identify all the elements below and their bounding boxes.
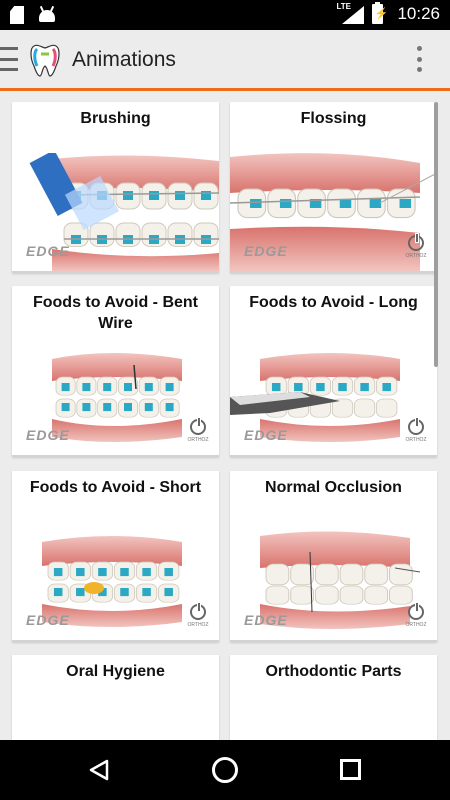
status-clock: 10:26 bbox=[397, 4, 440, 23]
orthoz-logo: ORTHOZ bbox=[187, 602, 209, 632]
animation-title: Foods to Avoid - Short bbox=[29, 479, 202, 496]
animation-card-oral-hygiene[interactable]: Oral Hygiene bbox=[12, 655, 219, 740]
orthoz-logo: ORTHOZ bbox=[405, 602, 427, 632]
animation-title: Normal Occlusion bbox=[265, 479, 402, 496]
back-icon[interactable] bbox=[88, 759, 110, 781]
animation-title: Foods to Avoid - Bent Wire bbox=[32, 294, 198, 332]
orthoz-logo: ORTHOZ bbox=[405, 233, 427, 263]
animation-card-foods-long[interactable]: Foods to Avoid - Long EDGE ORTHOZ bbox=[230, 286, 437, 457]
android-icon bbox=[38, 5, 56, 22]
animation-card-orthodontic-parts[interactable]: Orthodontic Parts bbox=[230, 655, 437, 740]
animation-card-brushing[interactable]: Brushing EDGE bbox=[12, 102, 219, 273]
edge-watermark: EDGE bbox=[244, 612, 288, 628]
orthoz-logo: ORTHOZ bbox=[187, 417, 209, 447]
edge-watermark: EDGE bbox=[26, 243, 70, 259]
oral-hygiene-thumbnail bbox=[12, 706, 219, 740]
status-bar: LTE ⚡ 10:26 bbox=[0, 0, 450, 30]
home-icon[interactable] bbox=[212, 757, 238, 783]
scrollbar[interactable] bbox=[434, 102, 438, 367]
animation-title: Flossing bbox=[300, 110, 367, 127]
power-icon bbox=[190, 417, 206, 435]
page-title: Animations bbox=[72, 48, 176, 71]
hamburger-menu-icon[interactable] bbox=[0, 47, 20, 71]
overflow-menu-icon[interactable] bbox=[416, 46, 422, 72]
power-icon bbox=[408, 417, 424, 435]
edge-watermark: EDGE bbox=[26, 427, 70, 443]
animation-card-foods-short[interactable]: Foods to Avoid - Short EDGE ORTHOZ bbox=[12, 471, 219, 642]
animation-card-normal-occlusion[interactable]: Normal Occlusion EDGE ORTHOZ bbox=[230, 471, 437, 642]
animation-card-foods-bent-wire[interactable]: Foods to Avoid - Bent Wire EDGE ORTHOZ bbox=[12, 286, 219, 457]
recent-apps-icon[interactable] bbox=[340, 759, 361, 780]
animation-card-flossing[interactable]: Flossing EDGE ORTHOZ bbox=[230, 102, 437, 273]
app-bar: Animations bbox=[0, 30, 450, 91]
power-icon bbox=[408, 602, 424, 620]
power-icon bbox=[408, 233, 424, 251]
orthoz-logo: ORTHOZ bbox=[405, 417, 427, 447]
tooth-logo-icon bbox=[30, 44, 60, 77]
animation-title: Brushing bbox=[80, 110, 151, 127]
network-type-label: LTE bbox=[336, 2, 351, 11]
power-icon bbox=[190, 602, 206, 620]
system-nav-bar bbox=[0, 740, 450, 800]
edge-watermark: EDGE bbox=[244, 243, 288, 259]
signal-icon: LTE bbox=[336, 2, 365, 24]
animation-title: Foods to Avoid - Long bbox=[249, 294, 418, 311]
sd-card-icon bbox=[10, 6, 24, 24]
edge-watermark: EDGE bbox=[26, 612, 70, 628]
orthodontic-parts-thumbnail bbox=[230, 706, 437, 740]
battery-charging-icon: ⚡ bbox=[372, 2, 388, 24]
animation-title: Orthodontic Parts bbox=[265, 663, 402, 680]
animation-grid: Brushing EDGE Flossing EDGE ORTHOZ Foods… bbox=[0, 91, 450, 740]
edge-watermark: EDGE bbox=[244, 427, 288, 443]
animation-title: Oral Hygiene bbox=[66, 663, 165, 680]
